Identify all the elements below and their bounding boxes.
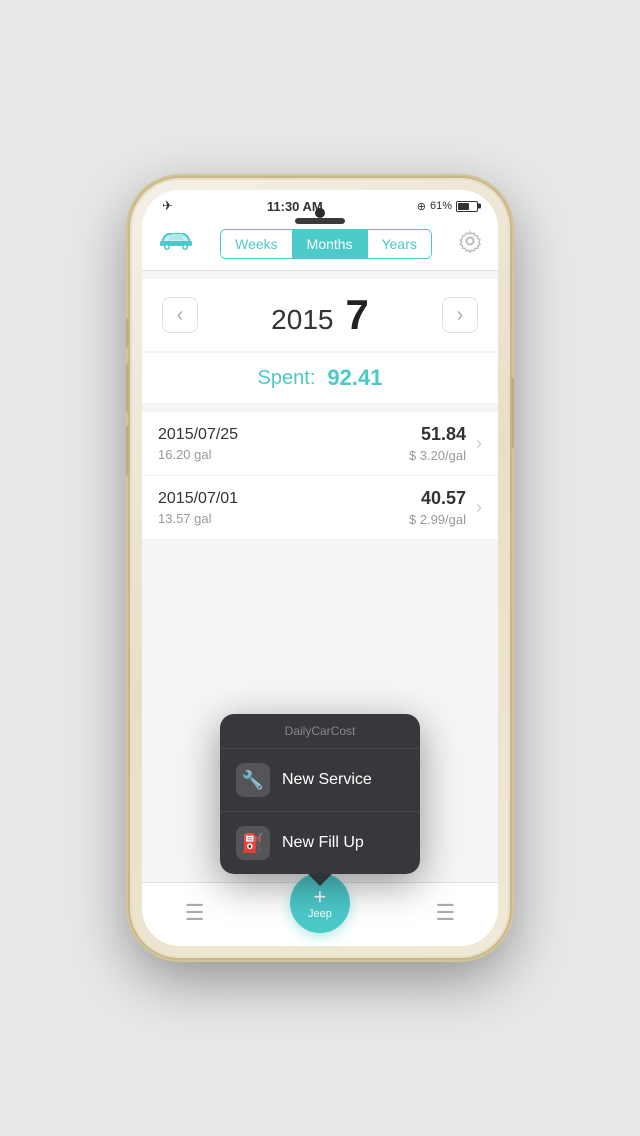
- battery-icon: [456, 201, 478, 212]
- navigation-row: ‹ 2015 7 ›: [142, 279, 498, 351]
- location-icon: ⊕: [417, 200, 426, 213]
- popup-menu: DailyCarCost 🔧 New Service ⛽ New Fill Up: [220, 714, 420, 874]
- bottom-tab-right[interactable]: ☰: [435, 900, 455, 926]
- battery-percent: 61%: [430, 200, 452, 212]
- car-icon: [158, 228, 194, 260]
- record-right-0: 51.84 $ 3.20/gal: [409, 424, 466, 463]
- tab-group: Weeks Months Years: [220, 229, 432, 259]
- app-header: Weeks Months Years: [142, 218, 498, 271]
- next-arrow[interactable]: ›: [442, 297, 478, 333]
- record-amount-0: 51.84: [421, 424, 466, 445]
- records-list: 2015/07/25 16.20 gal 51.84 $ 3.20/gal ›: [142, 412, 498, 540]
- list-right-icon: ☰: [435, 900, 455, 926]
- date-display: 2015 7: [271, 291, 369, 339]
- record-chevron-0: ›: [476, 433, 482, 454]
- record-left-0: 2015/07/25 16.20 gal: [158, 426, 238, 462]
- new-fillup-icon: ⛽: [236, 826, 270, 860]
- new-fillup-label: New Fill Up: [282, 834, 364, 852]
- record-amount-1: 40.57: [421, 488, 466, 509]
- record-item[interactable]: 2015/07/25 16.20 gal 51.84 $ 3.20/gal ›: [142, 412, 498, 476]
- bottom-tab-left[interactable]: ☰: [185, 900, 205, 926]
- new-service-label: New Service: [282, 771, 372, 789]
- record-left-1: 2015/07/01 13.57 gal: [158, 490, 238, 526]
- year-display: 2015: [271, 304, 333, 336]
- new-service-icon: 🔧: [236, 763, 270, 797]
- status-right: ⊕ 61%: [417, 200, 478, 213]
- volume-up-button: [126, 363, 130, 413]
- list-left-icon: ☰: [185, 900, 205, 926]
- tab-years[interactable]: Years: [368, 230, 431, 258]
- status-left: ✈: [162, 198, 173, 214]
- spent-row: Spent: 92.41: [142, 353, 498, 404]
- record-right-1: 40.57 $ 2.99/gal: [409, 488, 466, 527]
- right-chevron-icon: ›: [457, 304, 464, 327]
- popup-title: DailyCarCost: [220, 714, 420, 749]
- phone-frame: ✈ 11:30 AM ⊕ 61%: [130, 178, 510, 958]
- battery-body: [456, 201, 478, 212]
- camera: [315, 208, 325, 218]
- tab-months[interactable]: Months: [293, 230, 368, 258]
- speaker: [295, 218, 345, 224]
- record-date-1: 2015/07/01: [158, 490, 238, 508]
- spent-label: Spent:: [258, 367, 316, 390]
- battery-fill: [458, 203, 469, 210]
- tab-weeks[interactable]: Weeks: [221, 230, 293, 258]
- record-item[interactable]: 2015/07/01 13.57 gal 40.57 $ 2.99/gal ›: [142, 476, 498, 540]
- volume-mute-button: [126, 318, 130, 348]
- record-date-0: 2015/07/25: [158, 426, 238, 444]
- bottom-bar: ☰ + Jeep ☰: [142, 882, 498, 946]
- phone-screen: ✈ 11:30 AM ⊕ 61%: [142, 190, 498, 946]
- record-price-0: $ 3.20/gal: [409, 448, 466, 463]
- record-price-1: $ 2.99/gal: [409, 512, 466, 527]
- volume-down-button: [126, 426, 130, 476]
- popup-new-service[interactable]: 🔧 New Service: [220, 749, 420, 812]
- gear-icon[interactable]: [458, 229, 482, 259]
- airplane-icon: ✈: [162, 198, 173, 214]
- spent-amount: 92.41: [327, 365, 382, 391]
- fab-label: Jeep: [308, 908, 332, 920]
- fab-plus-icon: +: [314, 886, 327, 908]
- popup-new-fillup[interactable]: ⛽ New Fill Up: [220, 812, 420, 874]
- popup-overlay: DailyCarCost 🔧 New Service ⛽ New Fill Up: [220, 714, 420, 886]
- record-chevron-1: ›: [476, 497, 482, 518]
- power-button: [510, 378, 514, 448]
- left-chevron-icon: ‹: [177, 304, 184, 327]
- record-gallons-0: 16.20 gal: [158, 447, 238, 462]
- phone-frame-outer: ✈ 11:30 AM ⊕ 61%: [0, 0, 640, 1136]
- month-display: 7: [345, 291, 368, 339]
- popup-arrow: [308, 874, 332, 886]
- prev-arrow[interactable]: ‹: [162, 297, 198, 333]
- app-content: Weeks Months Years: [142, 218, 498, 942]
- record-gallons-1: 13.57 gal: [158, 511, 238, 526]
